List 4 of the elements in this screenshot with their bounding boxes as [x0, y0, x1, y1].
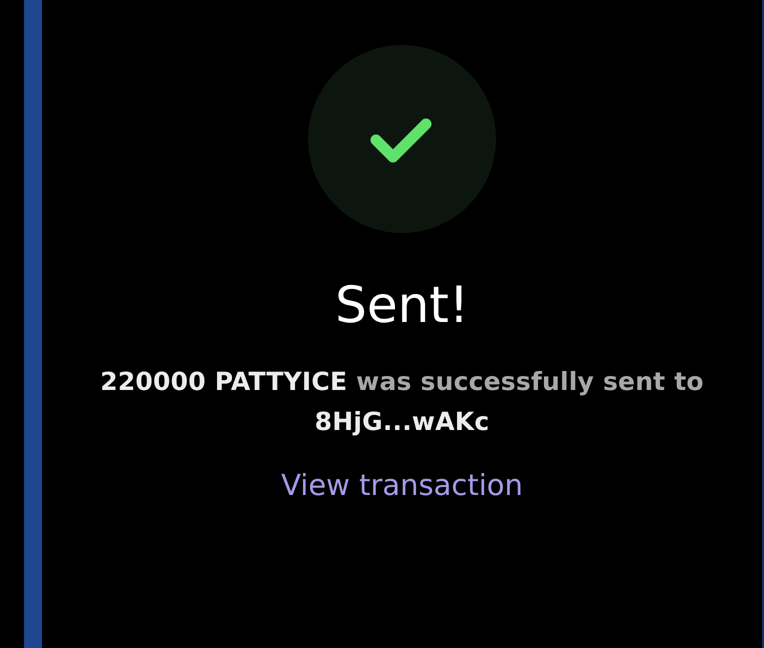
- view-transaction-link[interactable]: View transaction: [281, 466, 523, 504]
- sent-title: Sent!: [335, 277, 469, 333]
- success-check-icon: [308, 45, 496, 233]
- success-message: 220000 PATTYICE was successfully sent to 8HjG...wAKc: [99, 366, 705, 438]
